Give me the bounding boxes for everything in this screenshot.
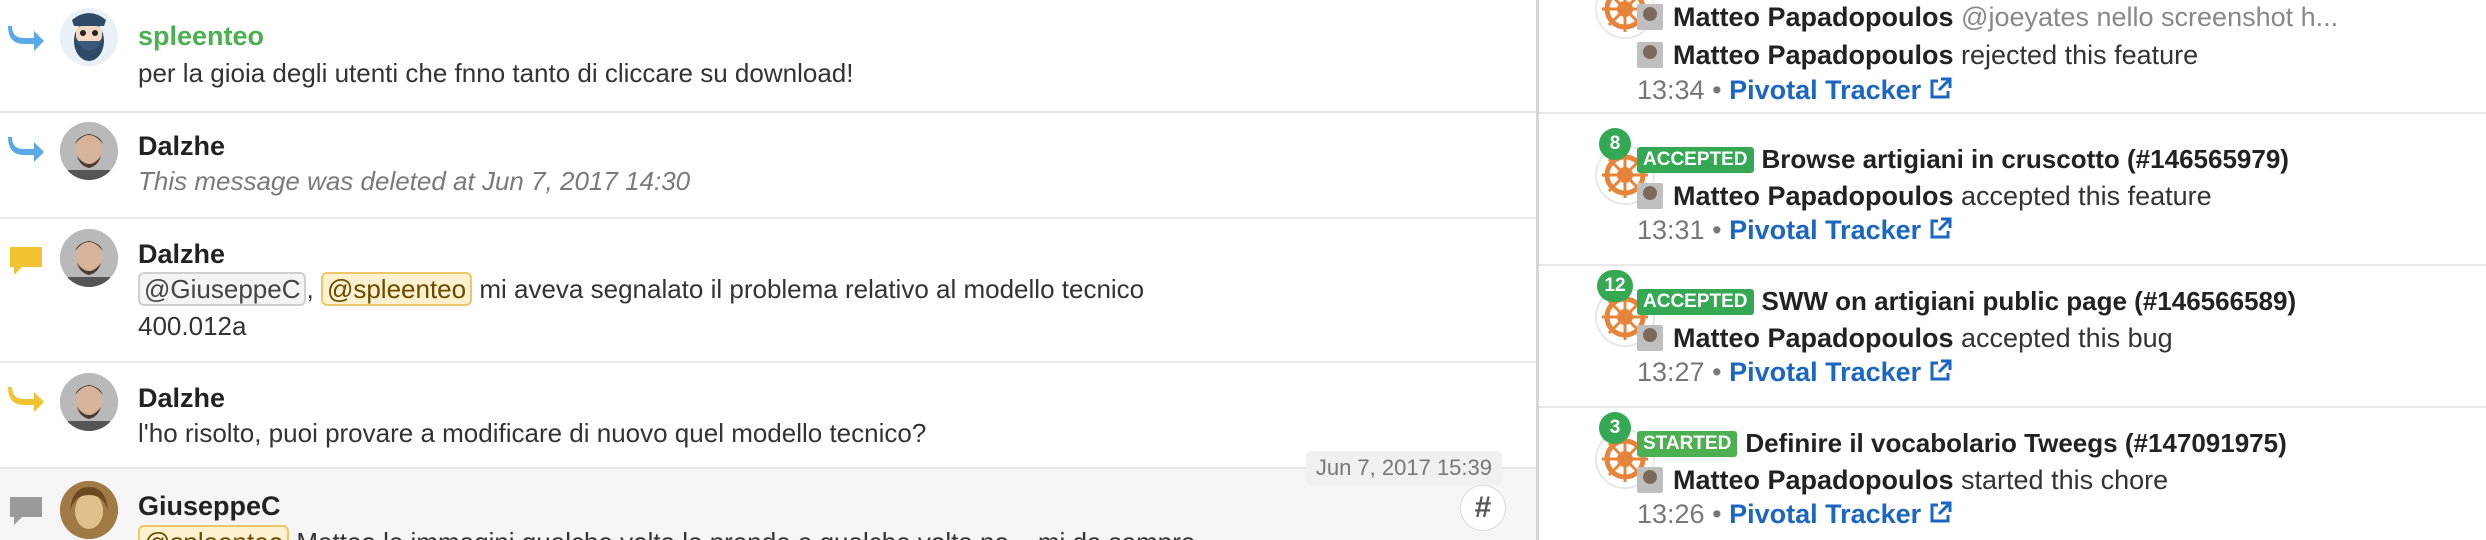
pivotal-tracker-link[interactable]: Pivotal Tracker — [1729, 75, 1921, 105]
feed-meta: 13:26 • Pivotal Tracker — [1637, 499, 1953, 530]
status-badge: ACCEPTED — [1637, 289, 1754, 315]
feed-action-text: accepted this feature — [1961, 181, 2212, 211]
user-avatar-small — [1637, 4, 1663, 30]
external-link-icon[interactable] — [1927, 500, 1953, 526]
story-points-badge: 3 — [1599, 412, 1631, 444]
pivotal-tracker-link[interactable]: Pivotal Tracker — [1729, 499, 1921, 529]
story-title[interactable]: STARTED Definire il vocabolario Tweegs (#… — [1637, 428, 2287, 459]
separator-dot: • — [1712, 75, 1722, 105]
feed-time: 13:27 — [1637, 357, 1705, 387]
permalink-button[interactable]: # — [1460, 485, 1506, 531]
feed-activity-line: Matteo Papadopoulos accepted this featur… — [1637, 181, 2212, 212]
separator-dot: • — [1712, 357, 1722, 387]
speech-bubble-icon — [10, 497, 42, 525]
story-title[interactable]: ACCEPTED Browse artigiani in cruscotto (#… — [1637, 144, 2289, 175]
avatar[interactable] — [60, 8, 118, 66]
feed-user[interactable]: Matteo Papadopoulos — [1673, 40, 1954, 70]
story-points-badge: 8 — [1599, 128, 1631, 160]
message-text: @GiuseppeC, @spleenteo mi aveva segnalat… — [138, 271, 1338, 345]
avatar[interactable] — [60, 481, 118, 539]
feed-meta: 13:27 • Pivotal Tracker — [1637, 357, 1953, 388]
message-text: l'ho risolto, puoi provare a modificare … — [138, 418, 927, 448]
user-avatar-small — [1637, 325, 1663, 351]
feed-activity-line: Matteo Papadopoulos accepted this bug — [1637, 323, 2173, 354]
feed-comment-text: @joeyates nello screenshot h... — [1961, 2, 2339, 32]
feed-action-text: accepted this bug — [1961, 323, 2173, 353]
deleted-message-text: This message was deleted at Jun 7, 2017 … — [138, 166, 691, 196]
separator-dot: • — [1712, 499, 1722, 529]
feed-activity-line: Matteo Papadopoulos started this chore — [1637, 465, 2168, 496]
feed-activity-line: Matteo Papadopoulos @joeyates nello scre… — [1637, 2, 2338, 33]
reply-arrow-icon — [8, 387, 44, 412]
story-title-text[interactable]: Definire il vocabolario Tweegs (#1470919… — [1745, 428, 2286, 458]
feed-time: 13:26 — [1637, 499, 1705, 529]
message-text-part: mi aveva segnalato il problema relativo … — [479, 274, 1145, 304]
avatar[interactable] — [60, 122, 118, 180]
feed-item[interactable]: Matteo Papadopoulos @joeyates nello scre… — [1539, 0, 2486, 114]
feed-user[interactable]: Matteo Papadopoulos — [1673, 181, 1954, 211]
status-badge: STARTED — [1637, 431, 1738, 457]
message-author[interactable]: Dalzhe — [138, 239, 225, 270]
user-mention-self[interactable]: @spleenteo — [320, 272, 473, 306]
user-avatar-small — [1637, 467, 1663, 493]
message-author[interactable]: Dalzhe — [138, 131, 225, 162]
pivotal-tracker-link[interactable]: Pivotal Tracker — [1729, 357, 1921, 387]
message-author[interactable]: GiuseppeC — [138, 491, 281, 522]
story-title[interactable]: ACCEPTED SWW on artigiani public page (#1… — [1637, 286, 2296, 317]
user-avatar-small — [1637, 183, 1663, 209]
status-badge: ACCEPTED — [1637, 147, 1754, 173]
reply-arrow-icon — [8, 26, 44, 51]
user-mention-self[interactable]: @spleenteo — [138, 525, 290, 540]
activity-feed: Matteo Papadopoulos @joeyates nello scre… — [1539, 0, 2486, 540]
message-item[interactable]: Dalzhe l'ho risolto, puoi provare a modi… — [0, 363, 1536, 469]
feed-item[interactable]: 12 ACCEPTED SWW on artigiani public page … — [1539, 266, 2486, 408]
pivotal-tracker-link[interactable]: Pivotal Tracker — [1729, 215, 1921, 245]
message-text-part: 400.012a — [138, 311, 247, 341]
feed-action-text: started this chore — [1961, 465, 2169, 495]
feed-item[interactable]: 3 STARTED Definire il vocabolario Tweegs … — [1539, 408, 2486, 540]
speech-bubble-icon — [10, 247, 42, 275]
mention-separator: , — [306, 274, 314, 304]
external-link-icon[interactable] — [1927, 358, 1953, 384]
message-author[interactable]: spleenteo — [138, 21, 264, 52]
user-avatar-small — [1637, 42, 1663, 68]
message-timestamp: Jun 7, 2017 15:39 — [1305, 451, 1502, 485]
story-title-text[interactable]: SWW on artigiani public page (#146566589… — [1762, 286, 2297, 316]
message-text: @spleenteo Matteo le immagini qualche vo… — [138, 524, 1338, 540]
avatar[interactable] — [60, 373, 118, 431]
avatar[interactable] — [60, 229, 118, 287]
feed-user[interactable]: Matteo Papadopoulos — [1673, 465, 1954, 495]
story-points-badge: 12 — [1597, 270, 1633, 302]
separator-dot: • — [1712, 215, 1722, 245]
feed-time: 13:34 — [1637, 75, 1705, 105]
external-link-icon[interactable] — [1927, 216, 1953, 242]
reply-arrow-icon — [8, 137, 44, 162]
feed-activity-line: Matteo Papadopoulos rejected this featur… — [1637, 40, 2198, 71]
message-item[interactable]: Dalzhe This message was deleted at Jun 7… — [0, 113, 1536, 219]
message-item[interactable]: Dalzhe @GiuseppeC, @spleenteo mi aveva s… — [0, 219, 1536, 363]
user-mention[interactable]: @GiuseppeC — [138, 272, 307, 306]
feed-meta: 13:34 • Pivotal Tracker — [1637, 75, 1953, 106]
feed-action-text: rejected this feature — [1961, 40, 2199, 70]
message-text: per la gioia degli utenti che fnno tanto… — [138, 58, 854, 88]
feed-user[interactable]: Matteo Papadopoulos — [1673, 2, 1954, 32]
feed-user[interactable]: Matteo Papadopoulos — [1673, 323, 1954, 353]
story-title-text[interactable]: Browse artigiani in cruscotto (#14656597… — [1762, 144, 2289, 174]
chat-panel: spleenteo per la gioia degli utenti che … — [0, 0, 1536, 540]
feed-meta: 13:31 • Pivotal Tracker — [1637, 215, 1953, 246]
feed-item[interactable]: 8 ACCEPTED Browse artigiani in cruscotto … — [1539, 124, 2486, 266]
external-link-icon[interactable] — [1927, 76, 1953, 102]
message-text-part: Matteo le immagini qualche volta le pren… — [296, 527, 1195, 540]
message-author[interactable]: Dalzhe — [138, 383, 225, 414]
feed-time: 13:31 — [1637, 215, 1705, 245]
message-item[interactable]: spleenteo per la gioia degli utenti che … — [0, 0, 1536, 113]
